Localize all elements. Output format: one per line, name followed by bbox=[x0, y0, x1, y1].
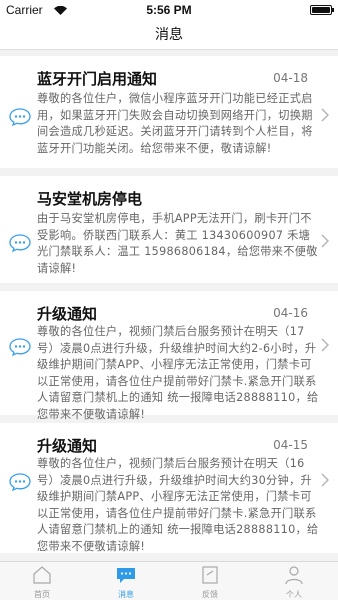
message-body: 尊敬的各位住户，视频门禁后台服务预计在明天（16号）凌晨0点进行升级，升级维护时… bbox=[37, 457, 319, 553]
message-title: 蓝牙开门启用通知 bbox=[37, 70, 158, 88]
battery-icon bbox=[310, 5, 334, 15]
message-date: 04-15 bbox=[273, 438, 308, 452]
message-date: 04-16 bbox=[273, 306, 308, 320]
message-bubble-icon bbox=[9, 234, 31, 252]
message-body: 尊敬的各位住户，微信小程序蓝牙开门功能已经正式启用，如果蓝牙开门失败会自动切换到… bbox=[37, 92, 313, 155]
message-body: 由于马安堂机房停电，手机APP无法开门，刷卡开门不受影响。侨联西门联系人：黄工 … bbox=[37, 212, 318, 275]
message-card[interactable]: 升级通知 04-15 尊敬的各位住户，视频门禁后台服务预计在明天（16号）凌晨0… bbox=[0, 423, 338, 553]
message-bubble-icon bbox=[9, 338, 31, 356]
page-title: 消息 bbox=[155, 27, 183, 43]
tab-label: 消息 bbox=[118, 590, 134, 599]
message-card[interactable]: 蓝牙开门启用通知 04-18 尊敬的各位住户，微信小程序蓝牙开门功能已经正式启用… bbox=[0, 56, 338, 168]
tab-label: 首页 bbox=[34, 590, 50, 599]
feedback-icon bbox=[202, 566, 218, 584]
chevron-right-icon bbox=[321, 473, 329, 487]
message-title: 马安堂机房停电 bbox=[37, 190, 143, 208]
message-body: 尊敬的各位住户，视频门禁后台服务预计在明天（17号）凌晨0点进行升级，升级维护时… bbox=[37, 325, 319, 421]
home-icon bbox=[33, 566, 51, 584]
tab-bar: 首页 消息 反馈 个人 bbox=[0, 561, 338, 600]
tab-label: 个人 bbox=[286, 590, 302, 599]
tab-label: 反馈 bbox=[202, 590, 218, 599]
message-bubble-icon bbox=[9, 108, 31, 126]
message-date: 04-18 bbox=[273, 71, 308, 85]
chevron-right-icon bbox=[321, 338, 329, 352]
message-icon bbox=[117, 568, 135, 583]
tab-messages[interactable]: 消息 bbox=[84, 562, 168, 600]
clock: 5:56 PM bbox=[146, 3, 192, 17]
tab-home[interactable]: 首页 bbox=[0, 562, 84, 600]
message-bubble-icon bbox=[9, 473, 31, 491]
tab-profile[interactable]: 个人 bbox=[252, 562, 336, 600]
status-bar: Carrier 5:56 PM bbox=[0, 0, 338, 20]
chevron-right-icon bbox=[321, 234, 329, 248]
chevron-right-icon bbox=[321, 108, 329, 122]
navigation-bar: 消息 bbox=[0, 20, 338, 50]
person-icon bbox=[285, 566, 303, 585]
tab-feedback[interactable]: 反馈 bbox=[168, 562, 252, 600]
message-title: 升级通知 bbox=[37, 437, 98, 455]
message-list[interactable]: 蓝牙开门启用通知 04-18 尊敬的各位住户，微信小程序蓝牙开门功能已经正式启用… bbox=[0, 51, 338, 561]
message-card[interactable]: 马安堂机房停电 由于马安堂机房停电，手机APP无法开门，刷卡开门不受影响。侨联西… bbox=[0, 176, 338, 283]
message-title: 升级通知 bbox=[37, 305, 98, 323]
message-card[interactable]: 升级通知 04-16 尊敬的各位住户，视频门禁后台服务预计在明天（17号）凌晨0… bbox=[0, 291, 338, 421]
